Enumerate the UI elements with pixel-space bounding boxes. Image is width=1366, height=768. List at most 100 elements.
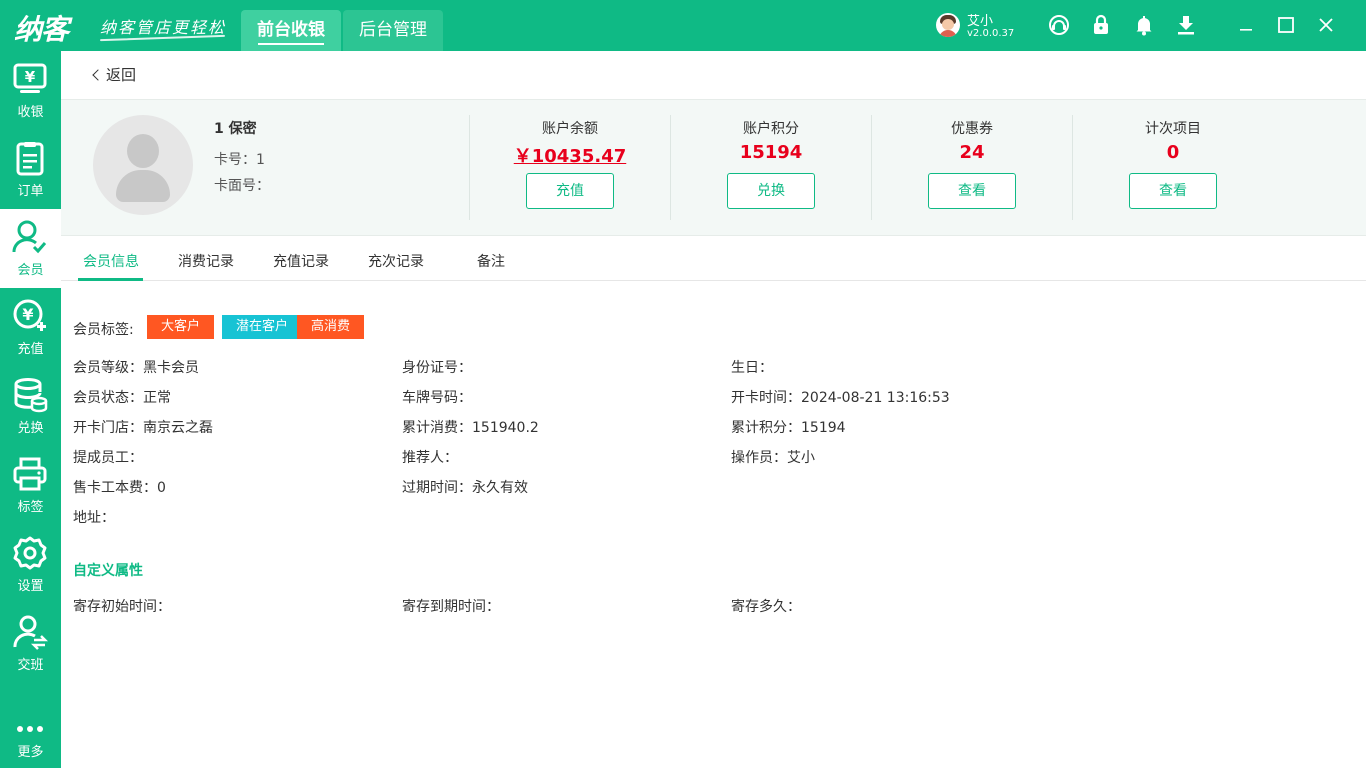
stat-points: 账户积分 15194 兑换 (670, 115, 871, 220)
recharge-icon: ¥ (13, 299, 46, 331)
stat-coupons-value: 24 (959, 142, 985, 163)
sidebar-label-more: 更多 (17, 745, 44, 760)
info-level: 会员等级：黑卡会员 (73, 360, 199, 376)
info-open-time: 开卡时间：2024-08-21 13:16:53 (731, 390, 950, 406)
sidebar-item-recharge[interactable]: ¥ 充值 (0, 288, 61, 367)
tab-recharge-records[interactable]: 充值记录 (273, 251, 329, 271)
info-expiry: 过期时间：永久有效 (402, 480, 528, 496)
print-label-icon (13, 457, 47, 491)
info-plate-number: 车牌号码： (402, 390, 472, 406)
member-summary-card: 1 保密 卡号：1 卡面号： 账户余额 ￥10435.47 充值 账户积分 15… (61, 99, 1366, 236)
sidebar-label-orders: 订单 (17, 184, 44, 199)
sidebar-item-cashier[interactable]: ¥ 收银 (0, 51, 61, 130)
app-slogan: 纳客管店更轻松 (100, 18, 227, 37)
sidebar-label-label: 标签 (17, 500, 44, 515)
exchange-button[interactable]: 兑换 (727, 173, 815, 209)
info-operator: 操作员：艾小 (731, 450, 815, 466)
sidebar-label-cashier: 收银 (17, 105, 44, 120)
minimize-icon[interactable] (1234, 13, 1258, 37)
svg-text:¥: ¥ (22, 305, 33, 324)
stat-balance: 账户余额 ￥10435.47 充值 (469, 115, 670, 220)
view-coupons-button[interactable]: 查看 (928, 173, 1016, 209)
sidebar-item-label[interactable]: 标签 (0, 446, 61, 525)
cashier-icon: ¥ (13, 63, 47, 93)
more-icon (17, 726, 43, 732)
sidebar-item-settings[interactable]: 设置 (0, 525, 61, 604)
info-status: 会员状态：正常 (73, 390, 171, 406)
tag-potential-customer: 潜在客户 (222, 315, 303, 339)
stat-count-items-value: 0 (1166, 142, 1180, 163)
sidebar-item-more[interactable]: 更多 (0, 691, 61, 768)
info-birthday: 生日： (731, 360, 773, 376)
sidebar-item-orders[interactable]: 订单 (0, 130, 61, 209)
tag-high-spending: 高消费 (297, 315, 365, 339)
chevron-left-icon (92, 69, 104, 81)
sidebar-item-exchange[interactable]: 兑换 (0, 367, 61, 446)
user-avatar (936, 13, 960, 37)
lock-icon[interactable] (1089, 13, 1113, 37)
sidebar: ¥ 收银 订单 会员 ¥ 充值 兑换 标签 设置 交班 更多 (0, 51, 61, 768)
info-referrer: 推荐人： (402, 450, 458, 466)
stat-coupons: 优惠券 24 查看 (871, 115, 1072, 220)
active-tab-indicator (78, 278, 143, 281)
download-icon[interactable] (1174, 13, 1198, 37)
svg-text:¥: ¥ (25, 68, 36, 86)
member-tags-label: 会员标签: (73, 322, 134, 338)
member-avatar (93, 115, 193, 215)
tab-member-info[interactable]: 会员信息 (83, 251, 139, 271)
info-id-number: 身份证号： (402, 360, 472, 376)
sidebar-label-recharge: 充值 (17, 342, 44, 357)
member-card-number: 卡号：1 (214, 152, 265, 168)
bell-icon[interactable] (1132, 13, 1156, 37)
title-bar: 纳客 纳客管店更轻松 前台收银 后台管理 艾小 v2.0.0.37 (0, 0, 1366, 51)
tab-front-cashier-label: 前台收银 (257, 20, 325, 40)
member-icon (12, 220, 47, 254)
info-total-consumption: 累计消费：151940.2 (402, 420, 539, 436)
tab-notes[interactable]: 备注 (477, 251, 505, 271)
info-address: 地址： (73, 510, 115, 526)
sidebar-label-member: 会员 (17, 263, 44, 278)
user-name: 艾小 (967, 14, 994, 29)
main-content: 返回 1 保密 卡号：1 卡面号： 账户余额 ￥10435.47 充值 账户积分… (61, 51, 1366, 768)
stat-points-value: 15194 (739, 142, 803, 163)
view-count-items-button[interactable]: 查看 (1129, 173, 1217, 209)
maximize-icon[interactable] (1274, 13, 1298, 37)
stat-coupons-title: 优惠券 (951, 121, 993, 137)
sidebar-item-shift[interactable]: 交班 (0, 604, 61, 683)
tab-back-office-label: 后台管理 (359, 20, 427, 40)
close-icon[interactable] (1314, 13, 1338, 37)
settings-icon (13, 536, 47, 570)
info-card-fee: 售卡工本费：0 (73, 480, 166, 496)
custom-attributes-title: 自定义属性 (73, 563, 143, 579)
app-version: v2.0.0.37 (967, 28, 1015, 39)
active-tab-underline (258, 43, 324, 45)
shift-handover-icon (13, 615, 48, 650)
recharge-button[interactable]: 充值 (526, 173, 614, 209)
tab-consumption-records[interactable]: 消费记录 (178, 251, 234, 271)
sidebar-label-settings: 设置 (17, 579, 44, 594)
back-label: 返回 (106, 66, 137, 84)
sidebar-label-exchange: 兑换 (17, 421, 44, 436)
info-commission-staff: 提成员工： (73, 450, 143, 466)
stat-count-items-title: 计次项目 (1145, 121, 1201, 137)
stat-points-title: 账户积分 (743, 121, 799, 137)
exchange-icon (14, 378, 48, 413)
custom-storage-duration: 寄存多久： (731, 599, 801, 615)
tag-big-customer: 大客户 (147, 315, 215, 339)
customer-service-icon[interactable] (1047, 13, 1071, 37)
custom-storage-start: 寄存初始时间： (73, 599, 171, 615)
tab-front-cashier[interactable]: 前台收银 (241, 10, 341, 51)
tab-back-office[interactable]: 后台管理 (343, 10, 443, 51)
tab-count-recharge-records[interactable]: 充次记录 (368, 251, 424, 271)
detail-tabs: 会员信息 消费记录 充值记录 充次记录 备注 (61, 237, 1366, 281)
app-logo: 纳客 (14, 13, 69, 46)
sidebar-label-shift: 交班 (17, 658, 44, 673)
info-open-store: 开卡门店：南京云之磊 (73, 420, 213, 436)
member-card-face-number: 卡面号： (214, 178, 270, 194)
custom-storage-end: 寄存到期时间： (402, 599, 500, 615)
member-name: 1 保密 (214, 121, 257, 137)
info-total-points: 累计积分：15194 (731, 420, 846, 436)
stat-balance-value[interactable]: ￥10435.47 (470, 142, 670, 168)
sidebar-item-member[interactable]: 会员 (0, 209, 61, 288)
back-button[interactable]: 返回 (92, 64, 137, 85)
